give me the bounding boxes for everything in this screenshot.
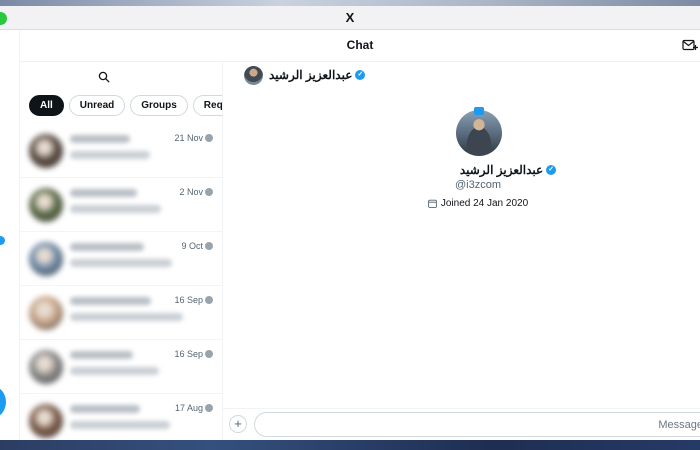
conversation-preview-redacted — [70, 205, 161, 213]
conversation-preview-redacted — [70, 259, 172, 267]
message-composer: + — [223, 408, 700, 440]
conversation-preview-redacted — [70, 367, 159, 375]
compose-fab-button[interactable] — [0, 386, 6, 418]
conversation-date: 9 Oct — [181, 241, 213, 251]
conversation-row[interactable]: 16 Sep — [20, 286, 222, 340]
conversation-name-redacted — [70, 297, 151, 305]
verified-badge-icon — [205, 296, 213, 304]
desktop-wallpaper-bottom — [0, 440, 700, 450]
verified-badge-icon: ✓ — [355, 70, 366, 80]
notification-dot — [0, 236, 5, 245]
conversation-name-redacted — [70, 351, 133, 359]
profile-name: عبدالعزيز الرشيد ✓ — [223, 163, 700, 177]
avatar — [29, 404, 63, 438]
conversation-row[interactable]: 2 Nov — [20, 178, 222, 232]
conversation-date: 16 Sep — [174, 349, 213, 359]
conversation-name-redacted — [70, 135, 130, 143]
conversation-date: 21 Nov — [174, 133, 213, 143]
filter-all[interactable]: All — [29, 95, 64, 116]
verified-badge-icon — [205, 188, 213, 196]
conversation-row[interactable]: 17 Aug — [20, 394, 222, 440]
calendar-icon — [427, 199, 437, 208]
verified-badge-icon — [205, 134, 213, 142]
window-titlebar: X — [0, 6, 700, 30]
verified-badge-icon — [205, 242, 213, 250]
profile-handle[interactable]: @i3zcom — [223, 179, 700, 191]
avatar — [29, 242, 63, 276]
conversation-row[interactable]: 16 Sep — [20, 340, 222, 394]
filter-requests[interactable]: Requests — [192, 95, 222, 116]
conversation-preview-redacted — [70, 421, 170, 429]
profile-joined: Joined 24 Jan 2020 — [223, 198, 700, 209]
verified-badge-icon — [205, 404, 213, 412]
filter-chips: All Unread Groups Requests — [29, 95, 222, 116]
avatar — [29, 134, 63, 168]
avatar — [29, 188, 63, 222]
conversation-date-text: 16 Sep — [174, 295, 203, 305]
conversation-panel: عبدالعزيز الرشيد ✓ عبدالعزيز الرشيد ✓ @i… — [223, 62, 700, 440]
chat-header-avatar[interactable] — [244, 66, 263, 85]
message-input[interactable] — [254, 412, 700, 437]
conversation-date-text: 16 Sep — [174, 349, 203, 359]
conversation-preview-redacted — [70, 151, 150, 159]
left-nav-rail — [0, 30, 20, 440]
conversation-date: 17 Aug — [175, 403, 213, 413]
chat-header: Chat — [20, 30, 700, 62]
profile-name-text: عبدالعزيز الرشيد — [459, 163, 544, 177]
conversation-date: 2 Nov — [179, 187, 213, 197]
search-icon[interactable] — [98, 71, 110, 83]
conversation-name-redacted — [70, 405, 140, 413]
profile-joined-text: Joined 24 Jan 2020 — [440, 198, 529, 209]
add-attachment-button[interactable]: + — [229, 415, 247, 433]
chat-header-name-text: عبدالعزيز الرشيد — [269, 68, 353, 82]
profile-avatar[interactable] — [456, 107, 502, 156]
verified-badge-icon: ✓ — [546, 165, 557, 175]
conversation-date-text: 9 Oct — [181, 241, 203, 251]
avatar — [29, 296, 63, 330]
conversation-row[interactable]: 9 Oct — [20, 232, 222, 286]
conversation-name-redacted — [70, 243, 144, 251]
window-title: X — [345, 10, 355, 25]
conversation-date: 16 Sep — [174, 295, 213, 305]
conversation-date-text: 21 Nov — [174, 133, 203, 143]
chat-header-name[interactable]: عبدالعزيز الرشيد ✓ — [269, 68, 366, 82]
conversation-preview-redacted — [70, 313, 183, 321]
conversation-list: All Unread Groups Requests 21 Nov 2 Nov 9 … — [20, 62, 223, 440]
new-message-icon[interactable] — [682, 38, 698, 52]
conversation-date-text: 2 Nov — [179, 187, 203, 197]
filter-groups[interactable]: Groups — [130, 95, 188, 116]
verified-badge-icon — [205, 350, 213, 358]
conversation-name-redacted — [70, 189, 137, 197]
avatar — [29, 350, 63, 384]
filter-unread[interactable]: Unread — [68, 95, 126, 116]
page-title: Chat — [346, 38, 374, 52]
conversation-date-text: 17 Aug — [174, 403, 203, 413]
conversation-row[interactable]: 21 Nov — [20, 124, 222, 178]
